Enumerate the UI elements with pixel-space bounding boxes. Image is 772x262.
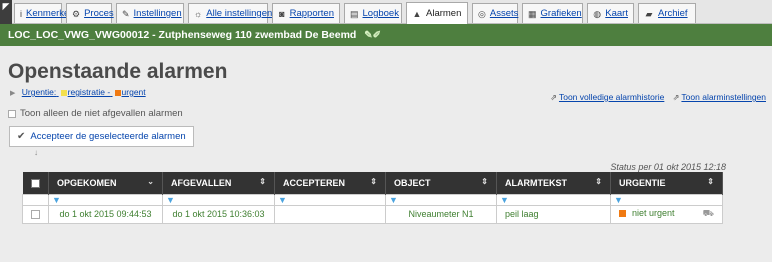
table-row[interactable]: do 1 okt 2015 09:44:53 do 1 okt 2015 10:…	[22, 204, 723, 224]
tab-label: Alle instellingen	[206, 8, 273, 19]
external-link-icon: ⇗	[672, 93, 680, 102]
checkmark-icon: ✔	[17, 131, 26, 142]
report-icon: ◙	[279, 8, 285, 19]
tab-label: Alarmen	[426, 8, 462, 19]
tab-logboek[interactable]: ▤ Logboek	[344, 3, 402, 23]
tab-label: Grafieken	[540, 8, 582, 19]
cell-accepteren[interactable]	[274, 204, 386, 224]
tab-grafieken[interactable]: ▦ Grafieken	[522, 3, 583, 23]
cell-afgevallen: do 1 okt 2015 10:36:03	[162, 204, 275, 224]
edit-pencil-icon[interactable]: ✎✐	[364, 30, 381, 41]
sort-icon[interactable]: ⇕	[595, 177, 602, 186]
tab-alarmen[interactable]: ▲ Alarmen	[406, 2, 468, 24]
alarm-icon: ▲	[412, 8, 422, 19]
cell-alarmtekst: peil laag	[496, 204, 611, 224]
filter-icon[interactable]: ▼	[496, 193, 611, 206]
sort-desc-icon[interactable]: ⌄	[147, 177, 154, 186]
logbook-icon: ▤	[350, 8, 359, 19]
tab-archief[interactable]: ▰ Archief	[638, 3, 696, 23]
tab-rapporten[interactable]: ◙ Rapporten	[272, 3, 340, 23]
tab-label: Rapporten	[289, 8, 334, 19]
settings-link[interactable]: Toon alarminstellingen	[681, 92, 766, 102]
accept-hint: ↓	[34, 148, 38, 157]
external-link-icon: ⇗	[550, 93, 557, 102]
col-header-accepteren[interactable]: ACCEPTEREN ⇕	[274, 172, 386, 194]
tab-alle-instellingen[interactable]: ☼ Alle instellingen	[188, 3, 272, 23]
location-title: LOC_LOC_VWG_VWG00012 - Zutphenseweg 110 …	[8, 29, 357, 41]
filter-icon[interactable]: ▼	[48, 193, 163, 206]
expand-arrow-icon[interactable]: ▶	[10, 90, 15, 97]
alarms-table: OPGEKOMEN ⌄ AFGEVALLEN ⇕ ACCEPTEREN ⇕ OBJEC…	[22, 172, 723, 224]
tabbar-corner: ◤	[0, 0, 12, 24]
status-timestamp: Status per 01 okt 2015 12:18	[610, 162, 726, 172]
archive-icon: ▰	[645, 8, 653, 19]
col-header-opgekomen[interactable]: OPGEKOMEN ⌄	[48, 172, 163, 194]
tab-kenmerken[interactable]: i Kenmerken	[14, 3, 75, 23]
tab-proces[interactable]: ⚙ Proces	[66, 3, 114, 23]
filter-checkbox-row[interactable]: Toon alleen de niet afgevallen alarmen	[8, 108, 183, 119]
urgent-square-icon	[114, 89, 121, 96]
tab-instellingen[interactable]: ✎ Instellingen	[116, 3, 184, 23]
registration-square-icon	[60, 89, 67, 96]
tab-label: Kaart	[605, 8, 628, 19]
select-all-checkbox[interactable]	[30, 178, 40, 188]
filter-cell-empty	[22, 193, 49, 206]
row-select-cell[interactable]	[22, 204, 49, 224]
filter-icon[interactable]: ▼	[162, 193, 275, 206]
filter-icon[interactable]: ▼	[610, 193, 723, 206]
filter-icon[interactable]: ▼	[274, 193, 386, 206]
sort-icon[interactable]: ⇕	[259, 177, 266, 186]
tab-assets[interactable]: ◎ Assets	[472, 3, 518, 23]
col-header-object[interactable]: OBJECT ⇕	[385, 172, 497, 194]
sort-icon[interactable]: ⇕	[481, 177, 488, 186]
table-header-row: OPGEKOMEN ⌄ AFGEVALLEN ⇕ ACCEPTEREN ⇕ OBJEC…	[22, 172, 723, 194]
wrench-icon: ✎	[122, 8, 130, 19]
tab-bar: ◤ i Kenmerken ⚙ Proces ✎ Instellingen ☼ Alle in…	[0, 0, 772, 24]
urgency-legend-link[interactable]: Urgentie: registratie - urgent	[22, 87, 146, 97]
page-title: Openstaande alarmen	[8, 60, 228, 83]
urgency-label: niet urgent	[632, 208, 675, 218]
accept-button-label: Accepteer de geselecteerde alarmen	[30, 131, 186, 142]
sort-icon[interactable]: ⇕	[370, 177, 377, 186]
tab-label: Archief	[658, 8, 688, 19]
col-header-urgentie[interactable]: URGENTIE ⇕	[610, 172, 723, 194]
tab-kaart[interactable]: ◍ Kaart	[587, 3, 634, 23]
col-header-afgevallen[interactable]: AFGEVALLEN ⇕	[162, 172, 275, 194]
info-icon: i	[20, 8, 22, 19]
tab-label: Proces	[84, 8, 114, 19]
tab-label: Logboek	[362, 8, 399, 19]
urgency-square-icon	[619, 210, 626, 218]
cell-object: Niveaumeter N1	[385, 204, 497, 224]
settings-icon: ☼	[194, 8, 203, 19]
filter-row: ▼ ▼ ▼ ▼ ▼ ▼	[22, 193, 723, 206]
assets-icon: ◎	[478, 8, 486, 19]
tab-label: Assets	[489, 8, 519, 19]
truck-icon[interactable]: ⛟	[703, 208, 714, 220]
cell-urgentie: niet urgent ⛟	[610, 204, 723, 224]
process-icon: ⚙	[72, 8, 81, 19]
urgency-legend: ▶ Urgentie: registratie - urgent	[10, 87, 146, 97]
accept-alarms-button[interactable]: ✔ Accepteer de geselecteerde alarmen	[9, 126, 194, 147]
cell-opgekomen: do 1 okt 2015 09:44:53	[48, 204, 163, 224]
location-bar: LOC_LOC_VWG_VWG00012 - Zutphenseweg 110 …	[0, 24, 772, 46]
row-checkbox[interactable]	[31, 210, 40, 220]
col-header-alarmtekst[interactable]: ALARMTEKST ⇕	[496, 172, 611, 194]
alarm-links: ⇗ Toon volledige alarmhistorie ⇗ Toon alar…	[544, 92, 766, 102]
tab-label: Instellingen	[133, 8, 182, 19]
filter-icon[interactable]: ▼	[385, 193, 497, 206]
globe-icon: ◍	[593, 8, 602, 19]
filter-checkbox[interactable]	[8, 109, 16, 118]
sort-icon[interactable]: ⇕	[707, 177, 714, 186]
filter-checkbox-label: Toon alleen de niet afgevallen alarmen	[20, 108, 183, 119]
history-link[interactable]: Toon volledige alarmhistorie	[559, 92, 664, 102]
chart-icon: ▦	[528, 8, 537, 19]
select-all-header[interactable]	[22, 172, 49, 194]
